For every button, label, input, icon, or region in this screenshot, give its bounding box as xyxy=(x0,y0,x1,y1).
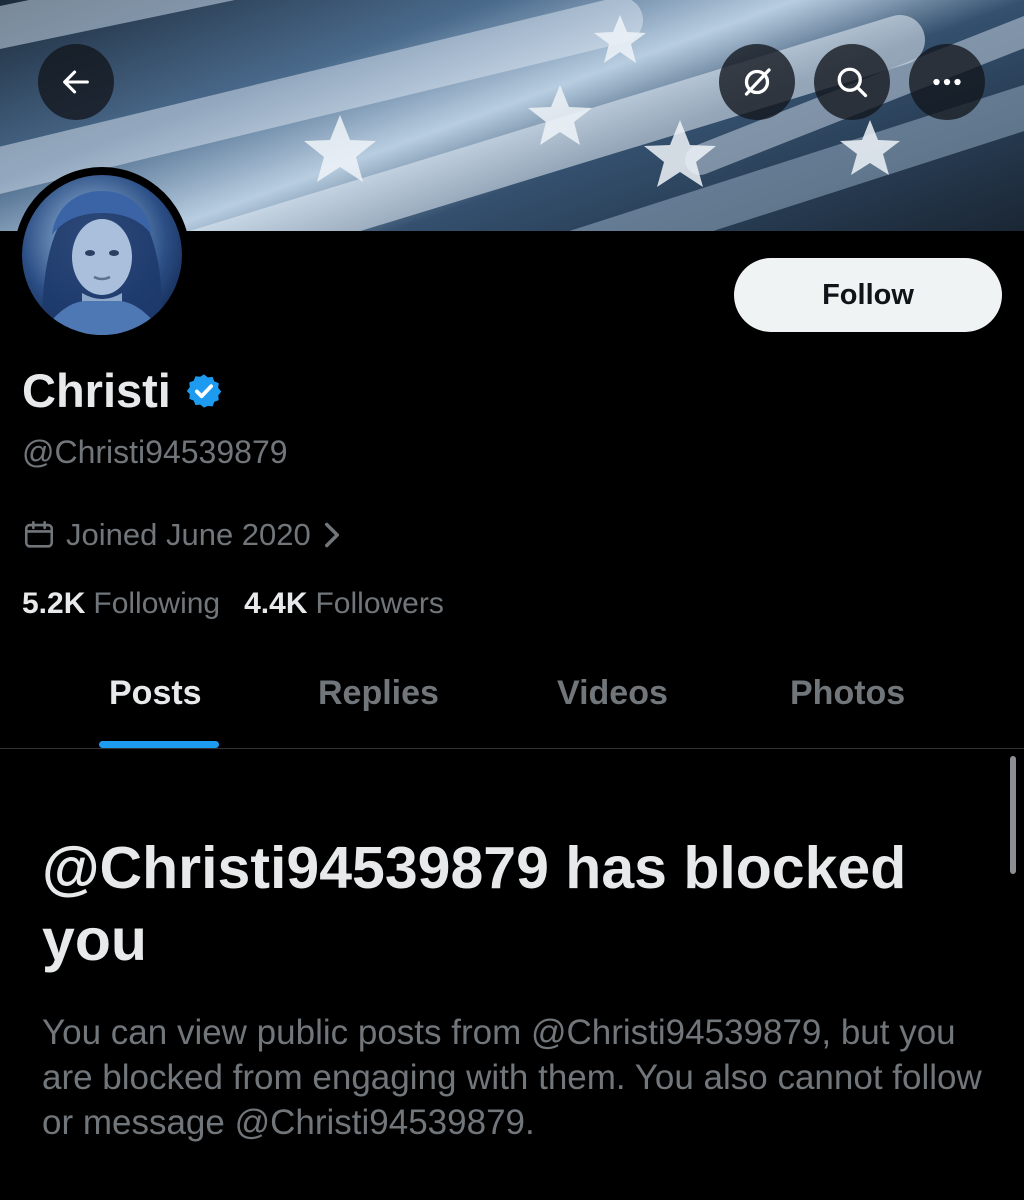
arrow-left-icon xyxy=(63,70,89,94)
joined-date[interactable]: Joined June 2020 xyxy=(22,517,343,553)
calendar-icon xyxy=(24,520,54,548)
follow-button[interactable]: Follow xyxy=(734,258,1002,332)
joined-label: Joined June 2020 xyxy=(66,517,311,552)
followers-count: 4.4K xyxy=(244,587,308,620)
blocked-title: @Christi94539879 has blocked you xyxy=(42,835,907,973)
active-tab-indicator xyxy=(99,741,219,748)
search-icon xyxy=(837,67,868,98)
tabs-divider xyxy=(0,748,1024,749)
scrollbar[interactable] xyxy=(1010,756,1016,874)
name-row: Christi xyxy=(22,363,223,418)
slashed-circle-icon xyxy=(744,68,771,96)
tab-posts[interactable]: Posts xyxy=(109,674,202,713)
display-name: Christi xyxy=(22,364,171,417)
following-count: 5.2K xyxy=(22,587,86,620)
followers-stat[interactable]: 4.4K Followers xyxy=(244,587,444,621)
following-label: Following xyxy=(93,587,221,620)
profile-handle: @Christi94539879 xyxy=(22,434,288,470)
avatar-image xyxy=(22,175,182,335)
avatar[interactable] xyxy=(14,167,190,343)
more-button[interactable] xyxy=(909,44,985,120)
blocked-description: You can view public posts from @Christi9… xyxy=(42,1013,982,1142)
tab-replies[interactable]: Replies xyxy=(318,674,439,713)
tab-photos[interactable]: Photos xyxy=(790,674,905,713)
search-button[interactable] xyxy=(814,44,890,120)
back-button[interactable] xyxy=(38,44,114,120)
followers-label: Followers xyxy=(315,587,444,620)
grok-button[interactable] xyxy=(719,44,795,120)
tab-videos[interactable]: Videos xyxy=(557,674,668,713)
following-stat[interactable]: 5.2K Following xyxy=(22,587,220,621)
more-horizontal-icon xyxy=(933,78,961,86)
profile-tabs: Posts Replies Videos Photos xyxy=(0,648,1024,748)
follow-stats: 5.2K Following 4.4K Followers xyxy=(22,587,468,621)
chevron-right-icon xyxy=(324,522,339,548)
verified-badge-icon[interactable] xyxy=(185,372,223,410)
